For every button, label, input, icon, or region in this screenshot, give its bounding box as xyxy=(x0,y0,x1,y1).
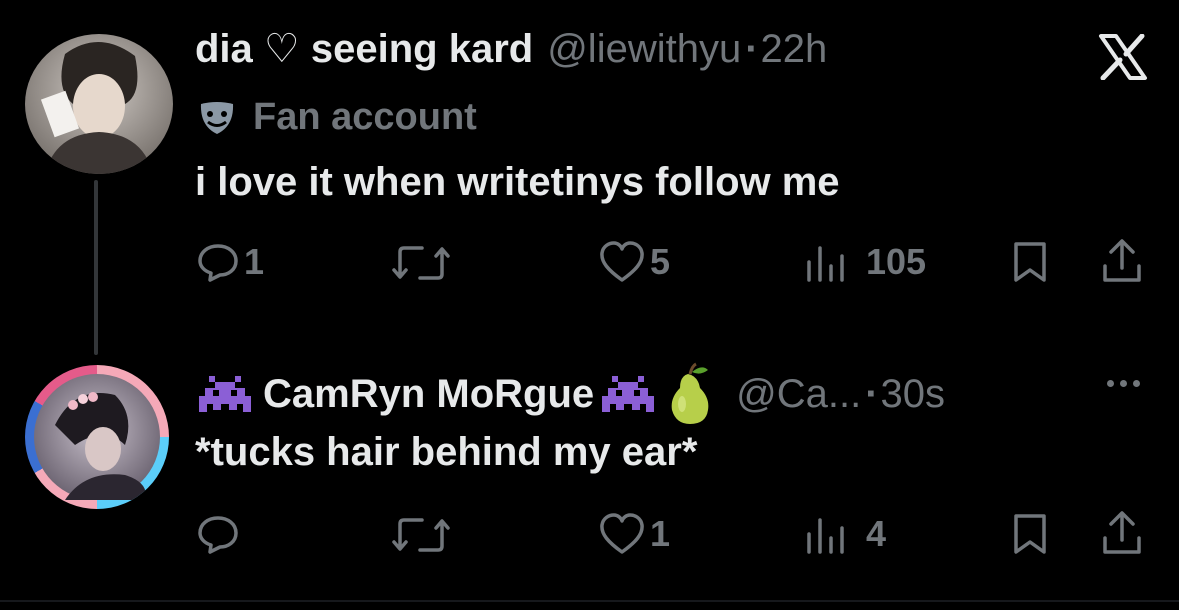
like-button[interactable]: 1 xyxy=(598,512,670,556)
bookmark-button[interactable] xyxy=(1010,240,1050,289)
more-icon[interactable] xyxy=(1107,380,1140,387)
tweet-header: dia ♡ seeing kard @liewithyu · 22h xyxy=(195,26,827,72)
masks-icon xyxy=(200,101,234,134)
timestamp[interactable]: 22h xyxy=(761,27,828,72)
handle[interactable]: @liewithyu xyxy=(547,27,741,72)
bookmark-icon xyxy=(1014,514,1046,554)
tweet-text: *tucks hair behind my ear* xyxy=(195,430,698,474)
bookmark-button[interactable] xyxy=(1010,512,1050,561)
badge-label: Fan account xyxy=(253,96,477,138)
view-count: 4 xyxy=(866,513,887,554)
avatar[interactable] xyxy=(25,365,169,509)
reply-icon xyxy=(198,516,238,554)
share-button[interactable] xyxy=(1100,238,1144,289)
share-icon xyxy=(1103,239,1141,282)
retweet-button[interactable] xyxy=(392,242,450,289)
retweet-icon xyxy=(392,246,450,280)
like-icon xyxy=(600,241,644,282)
like-button[interactable]: 5 xyxy=(598,240,670,284)
display-name[interactable]: CamRyn MoRgue xyxy=(263,372,594,417)
like-count: 5 xyxy=(650,241,671,282)
retweet-icon xyxy=(392,518,450,552)
reply-button[interactable] xyxy=(196,512,240,561)
like-count: 1 xyxy=(650,513,671,554)
timestamp[interactable]: 30s xyxy=(881,372,946,417)
retweet-button[interactable] xyxy=(392,514,450,561)
share-button[interactable] xyxy=(1100,510,1144,561)
separator-dot: · xyxy=(745,27,759,71)
share-icon xyxy=(1103,511,1141,554)
alien-monster-emoji xyxy=(602,376,655,412)
reply-icon xyxy=(198,244,238,282)
divider xyxy=(0,600,1179,602)
views-button[interactable]: 105 xyxy=(804,240,926,284)
display-name[interactable]: dia ♡ seeing kard xyxy=(195,26,533,72)
reply-button[interactable]: 1 xyxy=(196,240,264,284)
handle[interactable]: @Ca... xyxy=(736,372,861,417)
views-icon xyxy=(807,246,844,282)
views-icon xyxy=(807,518,844,554)
like-icon xyxy=(600,513,644,554)
views-button[interactable]: 4 xyxy=(804,512,886,556)
pear-emoji xyxy=(671,362,709,424)
separator-dot: · xyxy=(865,371,879,416)
x-logo-icon[interactable] xyxy=(1098,34,1148,80)
reply-count: 1 xyxy=(244,241,265,282)
bookmark-icon xyxy=(1014,242,1046,282)
thread-connector-line xyxy=(94,180,98,355)
alien-monster-emoji xyxy=(199,376,251,412)
label-badge[interactable]: Fan account xyxy=(197,96,477,139)
view-count: 105 xyxy=(866,241,927,282)
tweet-text: i love it when writetinys follow me xyxy=(195,160,840,204)
avatar[interactable] xyxy=(25,34,173,174)
tweet-header: CamRyn MoRgue @Ca... · 30s xyxy=(197,362,945,426)
